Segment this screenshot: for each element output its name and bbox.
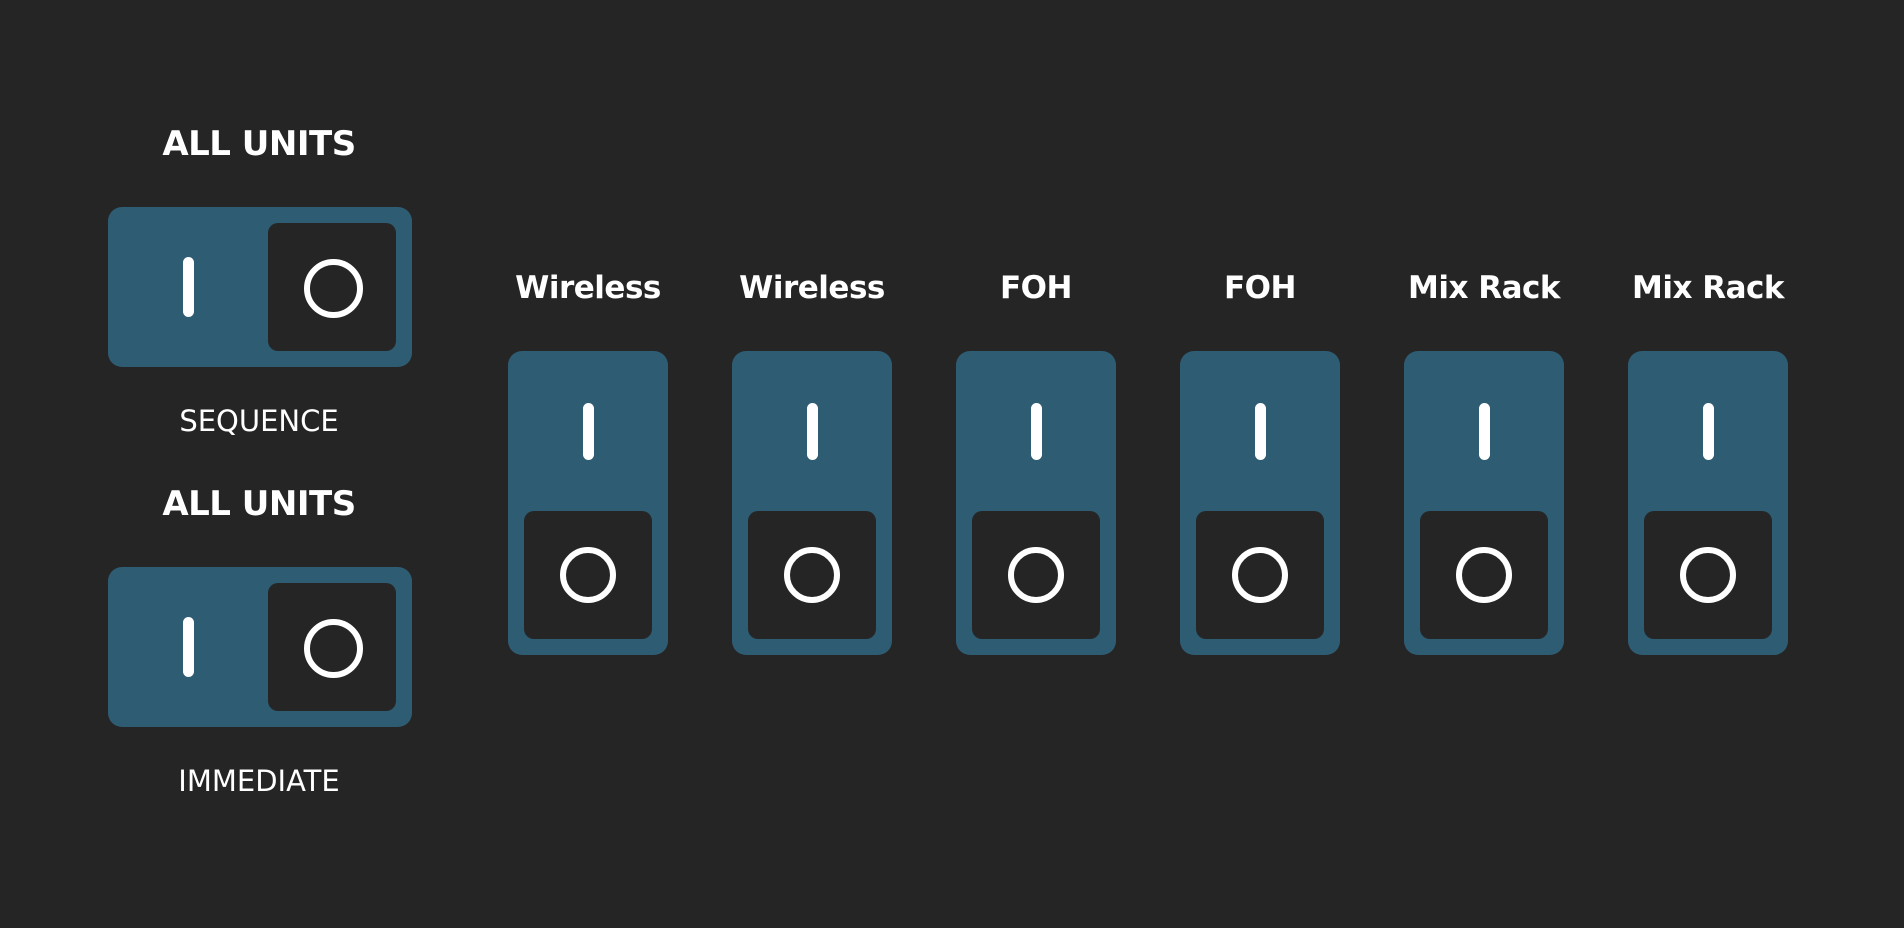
- all-units-sequence-title: ALL UNITS: [162, 124, 356, 164]
- unit-label: Mix Rack: [1407, 270, 1561, 306]
- power-on-bar-icon: [807, 403, 818, 460]
- unit-label: Wireless: [739, 270, 885, 306]
- unit-power-switch[interactable]: [508, 351, 668, 655]
- unit-label: FOH: [1000, 270, 1072, 306]
- power-control-panel: ALL UNITS SEQUENCE ALL UNITS IMMEDIATE W…: [0, 0, 1904, 928]
- unit-label: Wireless: [515, 270, 661, 306]
- unit-power-switch[interactable]: [1180, 351, 1340, 655]
- power-off-ring-icon: [304, 259, 363, 318]
- unit-label: FOH: [1224, 270, 1296, 306]
- power-off-ring-icon: [1680, 547, 1736, 603]
- power-on-bar-icon: [183, 617, 194, 677]
- power-on-bar-icon: [583, 403, 594, 460]
- unit-power-switch[interactable]: [1628, 351, 1788, 655]
- power-off-ring-icon: [304, 619, 363, 678]
- sequence-caption: SEQUENCE: [179, 404, 339, 438]
- power-off-ring-icon: [560, 547, 616, 603]
- switch-off-pad: [1420, 511, 1548, 639]
- switch-off-pad: [524, 511, 652, 639]
- switch-off-pad: [1644, 511, 1772, 639]
- switch-off-pad: [1196, 511, 1324, 639]
- unit-power-switch[interactable]: [1404, 351, 1564, 655]
- power-off-ring-icon: [784, 547, 840, 603]
- immediate-caption: IMMEDIATE: [178, 764, 340, 798]
- power-off-ring-icon: [1232, 547, 1288, 603]
- power-off-ring-icon: [1456, 547, 1512, 603]
- switch-off-pad: [972, 511, 1100, 639]
- unit-label: Mix Rack: [1631, 270, 1785, 306]
- unit-power-switch[interactable]: [732, 351, 892, 655]
- all-units-immediate-switch[interactable]: [108, 567, 412, 727]
- power-off-ring-icon: [1008, 547, 1064, 603]
- all-units-sequence-switch[interactable]: [108, 207, 412, 367]
- power-on-bar-icon: [1255, 403, 1266, 460]
- power-on-bar-icon: [1031, 403, 1042, 460]
- power-on-bar-icon: [183, 257, 194, 317]
- switch-off-pad: [748, 511, 876, 639]
- all-units-immediate-title: ALL UNITS: [162, 484, 356, 524]
- power-on-bar-icon: [1479, 403, 1490, 460]
- power-on-bar-icon: [1703, 403, 1714, 460]
- unit-power-switch[interactable]: [956, 351, 1116, 655]
- switch-off-pad: [268, 223, 396, 351]
- switch-off-pad: [268, 583, 396, 711]
